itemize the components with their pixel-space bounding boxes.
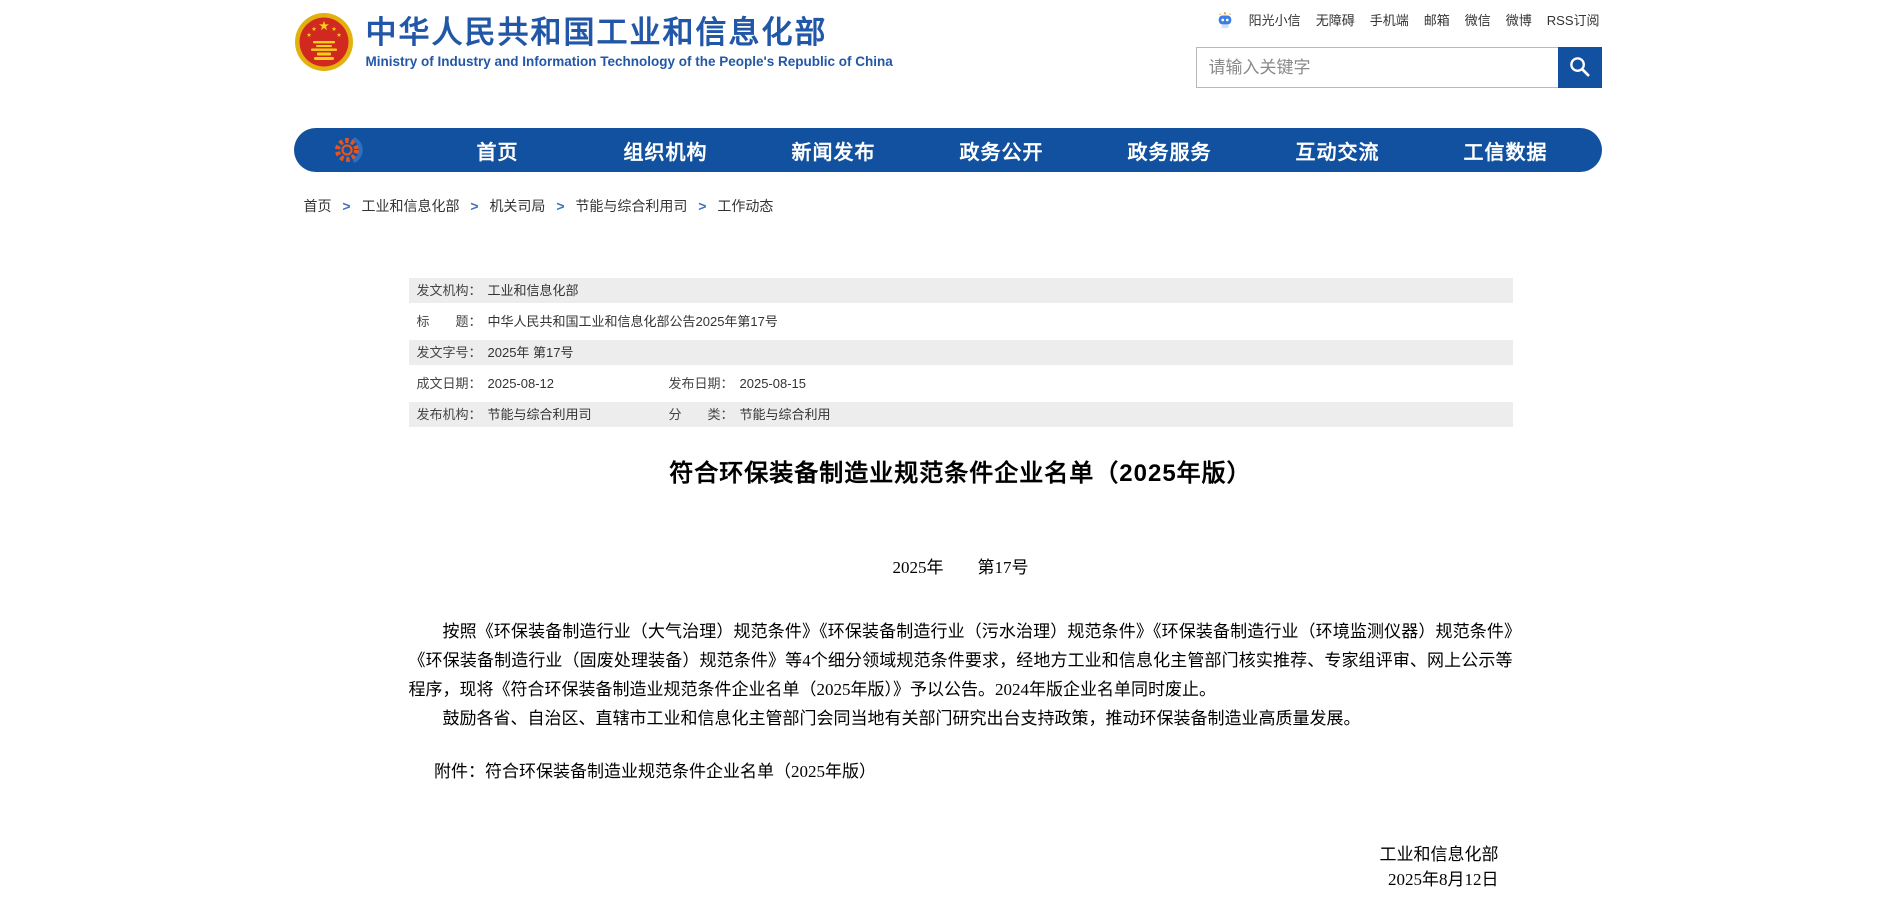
search-bar [1196, 47, 1602, 88]
meta-label: 发文字号： [417, 345, 482, 360]
chatbot-icon[interactable] [1216, 11, 1234, 29]
breadcrumb-energy-dept[interactable]: 节能与综合利用司 [575, 198, 687, 214]
meta-value: 2025年 第17号 [488, 345, 574, 360]
utility-link-rss[interactable]: RSS订阅 [1547, 10, 1600, 29]
signature-block: 工业和信息化部 2025年8月12日 [409, 842, 1513, 892]
meta-value: 中华人民共和国工业和信息化部公告2025年第17号 [488, 314, 778, 329]
meta-row-dates: 成文日期： 2025-08-12 发布日期： 2025-08-15 [409, 371, 1513, 396]
breadcrumb-departments[interactable]: 机关司局 [489, 198, 545, 214]
meta-label: 发布机构： [417, 407, 482, 422]
meta-row-title: 标 题： 中华人民共和国工业和信息化部公告2025年第17号 [409, 309, 1513, 334]
meta-value: 2025-08-15 [740, 376, 807, 391]
nav-item-interaction[interactable]: 互动交流 [1254, 136, 1422, 165]
meta-row-doc-number: 发文字号： 2025年 第17号 [409, 340, 1513, 365]
meta-row-publisher-category: 发布机构： 节能与综合利用司 分 类： 节能与综合利用 [409, 402, 1513, 427]
breadcrumb-separator: > [556, 198, 564, 214]
article-title: 符合环保装备制造业规范条件企业名单（2025年版） [409, 459, 1513, 489]
document-area: 发文机构： 工业和信息化部 标 题： 中华人民共和国工业和信息化部公告2025年第1… [409, 278, 1513, 892]
meta-label: 分 类： [669, 407, 734, 422]
breadcrumb-separator: > [342, 198, 350, 214]
breadcrumb: 首页 > 工业和信息化部 > 机关司局 > 节能与综合利用司 > 工作动态 [304, 196, 774, 216]
breadcrumb-miit[interactable]: 工业和信息化部 [361, 198, 459, 214]
signature-date: 2025年8月12日 [409, 867, 1499, 892]
nav-item-gov-disclosure[interactable]: 政务公开 [918, 136, 1086, 165]
nav-item-home[interactable]: 首页 [414, 136, 582, 165]
meta-value: 2025-08-12 [488, 376, 555, 391]
site-title-cn: 中华人民共和国工业和信息化部 [366, 15, 893, 51]
meta-label: 发布日期： [669, 376, 734, 391]
meta-value: 节能与综合利用 [740, 407, 831, 422]
signature-org: 工业和信息化部 [409, 842, 1499, 867]
meta-value: 工业和信息化部 [488, 283, 579, 298]
search-input[interactable] [1196, 47, 1558, 88]
miit-logo-icon [332, 132, 368, 168]
nav-item-news[interactable]: 新闻发布 [750, 136, 918, 165]
article-doc-number: 2025年 第17号 [409, 557, 1513, 579]
site-brand[interactable]: 中华人民共和国工业和信息化部 Ministry of Industry and … [294, 12, 893, 72]
meta-label: 发文机构： [417, 283, 482, 298]
site-title-en: Ministry of Industry and Information Tec… [366, 54, 893, 69]
utility-link-mobile[interactable]: 手机端 [1370, 10, 1409, 29]
utility-link-accessibility[interactable]: 无障碍 [1316, 10, 1355, 29]
nav-item-organization[interactable]: 组织机构 [582, 136, 750, 165]
attachment-link[interactable]: 附件：符合环保装备制造业规范条件企业名单（2025年版） [409, 757, 1513, 786]
search-button[interactable] [1558, 47, 1602, 88]
document-meta-table: 发文机构： 工业和信息化部 标 题： 中华人民共和国工业和信息化部公告2025年第1… [409, 278, 1513, 427]
page-wrapper: 中华人民共和国工业和信息化部 Ministry of Industry and … [294, 0, 1602, 899]
breadcrumb-separator: > [470, 198, 478, 214]
nav-item-gov-services[interactable]: 政务服务 [1086, 136, 1254, 165]
meta-cell-category: 分 类： 节能与综合利用 [669, 402, 831, 427]
breadcrumb-home[interactable]: 首页 [304, 198, 332, 214]
nav-items: 首页 组织机构 新闻发布 政务公开 政务服务 互动交流 工信数据 [414, 136, 1590, 165]
nav-item-miit-data[interactable]: 工信数据 [1422, 136, 1590, 165]
national-emblem-icon [294, 12, 354, 72]
breadcrumb-work-updates[interactable]: 工作动态 [717, 198, 773, 214]
breadcrumb-separator: > [698, 198, 706, 214]
search-icon [1568, 55, 1591, 81]
meta-value: 节能与综合利用司 [488, 407, 592, 422]
article-paragraph: 按照《环保装备制造行业（大气治理）规范条件》《环保装备制造行业（污水治理）规范条… [409, 617, 1513, 704]
main-nav: 首页 组织机构 新闻发布 政务公开 政务服务 互动交流 工信数据 [294, 128, 1602, 172]
meta-label: 标 题： [417, 314, 482, 329]
utility-link-wechat[interactable]: 微信 [1465, 10, 1491, 29]
brand-text: 中华人民共和国工业和信息化部 Ministry of Industry and … [366, 15, 893, 69]
meta-row-issuing-agency: 发文机构： 工业和信息化部 [409, 278, 1513, 303]
meta-cell-publish-date: 发布日期： 2025-08-15 [669, 371, 807, 396]
article-paragraph: 鼓励各省、自治区、直辖市工业和信息化主管部门会同当地有关部门研究出台支持政策，推… [409, 704, 1513, 733]
utility-link-weibo[interactable]: 微博 [1506, 10, 1532, 29]
meta-label: 成文日期： [417, 376, 482, 391]
utility-link-mail[interactable]: 邮箱 [1424, 10, 1450, 29]
utility-link-sunshine[interactable]: 阳光小信 [1249, 10, 1301, 29]
utility-links: 阳光小信 无障碍 手机端 邮箱 微信 微博 RSS订阅 [1216, 10, 1600, 29]
